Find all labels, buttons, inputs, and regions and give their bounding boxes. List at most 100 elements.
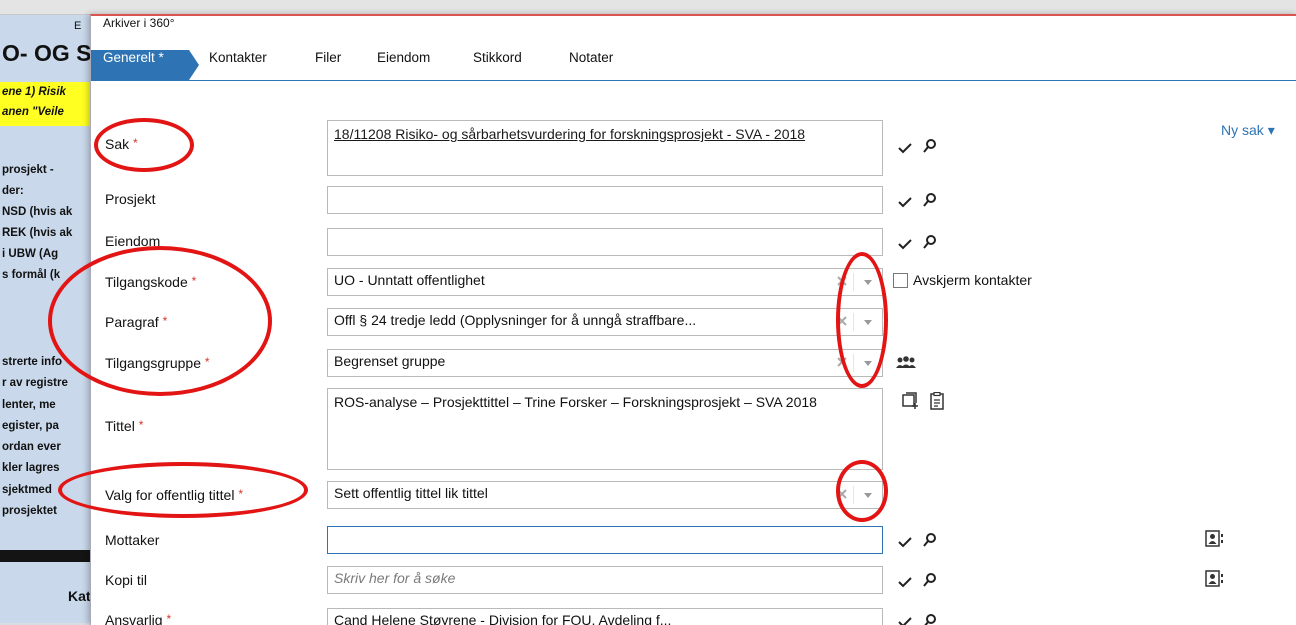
tilgangskode-value: UO - Unntatt offentlighet xyxy=(334,272,485,288)
background-line: i UBW (Ag xyxy=(2,248,59,260)
kopi-til-input[interactable]: Skriv her for å søke xyxy=(327,566,883,594)
tilgangskode-label: Tilgangskode * xyxy=(105,274,196,290)
archive-dialog: Arkiver i 360° Generelt * Kontakter File… xyxy=(90,14,1296,625)
check-icon[interactable] xyxy=(897,238,913,250)
new-case-label: Ny sak xyxy=(1221,122,1264,138)
select-divider xyxy=(853,313,854,331)
check-icon[interactable] xyxy=(897,576,913,588)
prosjekt-field[interactable] xyxy=(327,186,883,214)
tab-stikkord[interactable]: Stikkord xyxy=(473,50,522,80)
background-line: prosjekt - xyxy=(2,164,54,176)
background-line: s formål (k xyxy=(2,269,61,281)
shield-contacts-checkbox[interactable] xyxy=(893,273,908,288)
dropdown-arrow-icon[interactable] xyxy=(864,493,872,498)
clear-icon[interactable] xyxy=(836,315,848,327)
background-line: ordan ever xyxy=(2,441,61,454)
ansvarlig-label-text: Ansvarlig xyxy=(105,612,163,625)
background-line: egister, pa xyxy=(2,419,59,432)
shield-contacts-label: Avskjerm kontakter xyxy=(913,272,1032,288)
search-icon[interactable] xyxy=(923,532,937,548)
dialog-title: Arkiver i 360° xyxy=(103,16,175,30)
background-toolbar xyxy=(0,0,1296,15)
tab-kontakter[interactable]: Kontakter xyxy=(209,50,267,80)
sak-field[interactable]: 18/11208 Risiko- og sårbarhetsvurdering … xyxy=(327,120,883,176)
search-icon[interactable] xyxy=(923,192,937,208)
ansvarlig-label: Ansvarlig * xyxy=(105,612,171,625)
mottaker-input[interactable] xyxy=(327,526,883,554)
sak-value-link[interactable]: 18/11208 Risiko- og sårbarhetsvurdering … xyxy=(334,126,805,142)
offentlig-tittel-select[interactable]: Sett offentlig tittel lik tittel xyxy=(327,481,883,509)
background-highlight: ene 1) Risik anen "Veile xyxy=(0,82,90,126)
tab-notater[interactable]: Notater xyxy=(569,50,613,80)
required-marker: * xyxy=(162,314,168,328)
paragraf-label-text: Paragraf xyxy=(105,314,159,330)
required-marker: * xyxy=(138,418,144,432)
background-line: kler lagres xyxy=(2,462,60,475)
tittel-textarea[interactable]: ROS-analyse – Prosjekttittel – Trine For… xyxy=(327,388,883,470)
tilgangskode-label-text: Tilgangskode xyxy=(105,274,188,290)
required-marker: * xyxy=(166,612,172,625)
paragraf-select[interactable]: Offl § 24 tredje ledd (Opplysninger for … xyxy=(327,308,883,336)
kopi-til-placeholder: Skriv her for å søke xyxy=(334,570,456,586)
tilgangsgruppe-label: Tilgangsgruppe * xyxy=(105,355,210,371)
background-toolbar-letter: E xyxy=(74,20,82,32)
mottaker-label: Mottaker xyxy=(105,532,160,548)
check-icon[interactable] xyxy=(897,536,913,548)
background-lines-2: strerte info r av registre lenter, me eg… xyxy=(2,352,68,522)
prosjekt-label: Prosjekt xyxy=(105,191,156,207)
search-icon[interactable] xyxy=(923,572,937,588)
sak-label: Sak * xyxy=(105,136,138,152)
required-marker: * xyxy=(204,355,210,369)
check-icon[interactable] xyxy=(897,142,913,154)
tilgangskode-select[interactable]: UO - Unntatt offentlighet xyxy=(327,268,883,296)
search-icon[interactable] xyxy=(923,234,937,250)
search-icon[interactable] xyxy=(923,613,937,625)
clipboard-icon[interactable] xyxy=(929,392,945,410)
dropdown-arrow-icon[interactable] xyxy=(864,320,872,325)
ansvarlig-input[interactable]: Cand Helene Støyrene - Division for FOU,… xyxy=(327,608,883,625)
offentlig-tittel-value: Sett offentlig tittel lik tittel xyxy=(334,485,488,501)
contact-card-icon[interactable] xyxy=(1205,530,1225,548)
dropdown-arrow-icon[interactable] xyxy=(864,280,872,285)
offentlig-tittel-label: Valg for offentlig tittel * xyxy=(105,487,243,503)
eiendom-field[interactable] xyxy=(327,228,883,256)
group-icon[interactable] xyxy=(895,356,917,370)
background-line: REK (hvis ak xyxy=(2,227,73,239)
clear-icon[interactable] xyxy=(836,356,848,368)
required-marker: * xyxy=(133,136,138,150)
new-case-button[interactable]: Ny sak ▾ xyxy=(1221,122,1275,139)
background-line: sjektmed xyxy=(2,483,52,496)
eiendom-label: Eiendom xyxy=(105,233,161,249)
background-highlight-line: ene 1) Risik xyxy=(2,86,66,98)
select-divider xyxy=(853,486,854,504)
tilgangsgruppe-label-text: Tilgangsgruppe xyxy=(105,355,201,371)
background-title: O- OG S xyxy=(2,40,92,66)
sak-label-text: Sak xyxy=(105,136,130,152)
search-icon[interactable] xyxy=(923,138,937,154)
tilgangsgruppe-select[interactable]: Begrenset gruppe xyxy=(327,349,883,377)
add-document-icon[interactable] xyxy=(901,392,919,410)
background-line: prosjektet xyxy=(2,505,57,518)
tab-bar: Generelt * Kontakter Filer Eiendom Stikk… xyxy=(91,50,1296,81)
tab-arrow xyxy=(189,50,199,80)
kopi-til-label: Kopi til xyxy=(105,572,148,588)
clear-icon[interactable] xyxy=(836,488,848,500)
paragraf-label: Paragraf * xyxy=(105,314,167,330)
dropdown-arrow-icon[interactable] xyxy=(864,361,872,366)
background-line: NSD (hvis ak xyxy=(2,206,73,218)
background-highlight-line: anen "Veile xyxy=(2,106,64,118)
tab-generelt[interactable]: Generelt * xyxy=(91,50,199,80)
clear-icon[interactable] xyxy=(836,275,848,287)
contact-card-icon[interactable] xyxy=(1205,570,1225,588)
check-icon[interactable] xyxy=(897,616,913,625)
tab-eiendom[interactable]: Eiendom xyxy=(377,50,430,80)
tab-label: Generelt * xyxy=(103,50,164,65)
background-line: strerte info xyxy=(2,356,63,368)
tilgangsgruppe-value: Begrenset gruppe xyxy=(334,353,446,369)
tab-filer[interactable]: Filer xyxy=(315,50,341,80)
background-black-bar xyxy=(0,550,90,562)
tittel-label: Tittel * xyxy=(105,418,143,434)
check-icon[interactable] xyxy=(897,196,913,208)
required-marker: * xyxy=(238,487,244,501)
offentlig-tittel-label-text: Valg for offentlig tittel xyxy=(105,487,235,503)
